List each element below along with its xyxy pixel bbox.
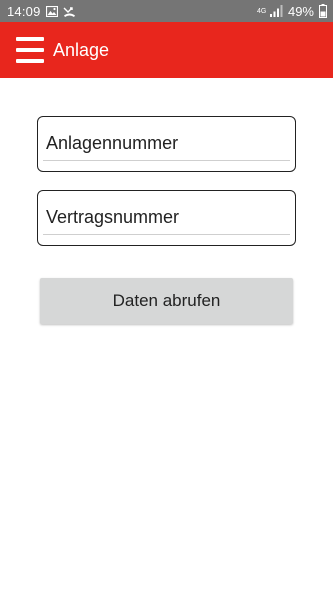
battery-percent: 49% bbox=[287, 3, 314, 19]
vertragsnummer-field-container bbox=[37, 190, 296, 246]
status-right: 4G 49% bbox=[257, 4, 327, 19]
status-left: 14:09 bbox=[7, 4, 76, 19]
page-title: Anlage bbox=[53, 39, 110, 60]
signal-icon bbox=[269, 5, 283, 17]
missed-call-icon bbox=[63, 5, 76, 18]
status-bar: 14:09 4G 49% bbox=[0, 0, 333, 22]
screen: 14:09 4G 49% Anlage Anlagennummer Vertra… bbox=[0, 0, 333, 592]
vertragsnummer-input[interactable] bbox=[43, 201, 290, 235]
anlagennummer-input[interactable] bbox=[43, 127, 290, 161]
anlagennummer-field-container bbox=[37, 116, 296, 172]
network-type-label: 4G bbox=[256, 7, 267, 15]
hamburger-menu-icon[interactable] bbox=[16, 37, 44, 63]
image-icon bbox=[45, 5, 58, 17]
fetch-data-button[interactable]: Daten abrufen bbox=[40, 278, 293, 324]
app-bar: Anlage bbox=[0, 22, 333, 78]
battery-icon bbox=[319, 4, 327, 18]
status-time: 14:09 bbox=[7, 3, 41, 19]
